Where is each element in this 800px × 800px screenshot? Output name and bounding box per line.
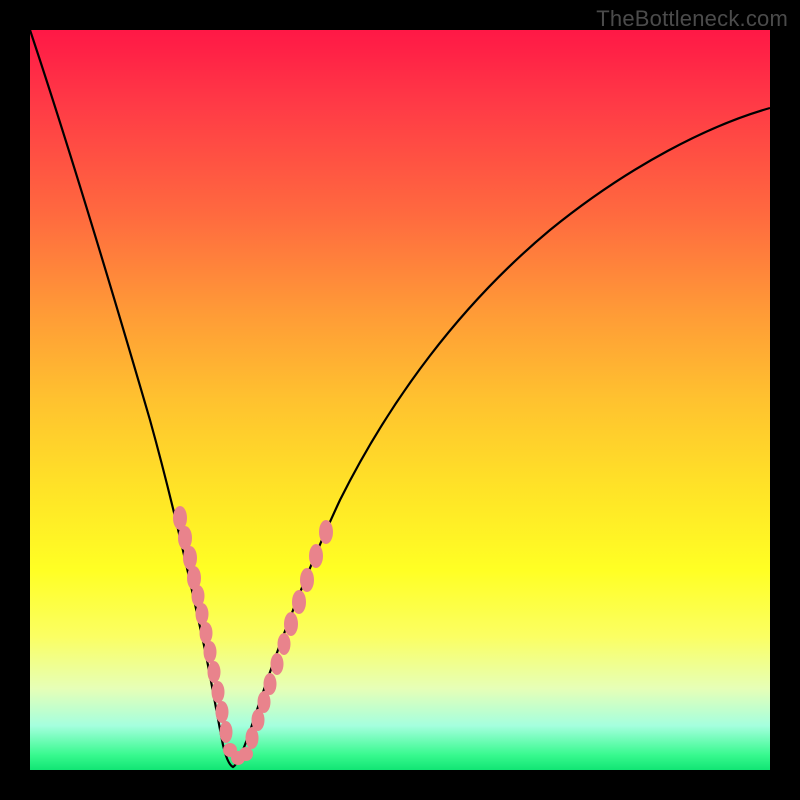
chart-frame: TheBottleneck.com [0,0,800,800]
plot-area [30,30,770,770]
curve-layer [30,30,770,770]
marker-beads [173,506,333,765]
watermark-text: TheBottleneck.com [596,6,788,32]
bottleneck-curve [30,30,770,767]
